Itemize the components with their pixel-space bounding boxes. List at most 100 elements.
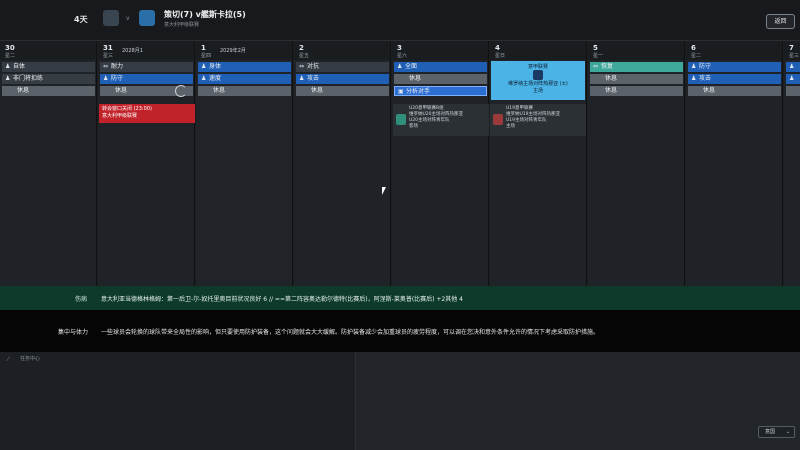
advice-text: 一些球员会轮换的球队带来全局性的影响，但只要使用防护装备，这个问题就会大大缓解。… [101, 329, 600, 336]
day-header: 3 星六 [392, 41, 488, 60]
country-select[interactable]: 意国 ⌄ [758, 426, 795, 438]
training-slot[interactable]: ♟ [786, 74, 800, 84]
youth-match-event[interactable]: U19意甲联赛 维罗纳U19主场对阵热那亚 U19主场对阵青年队 主场 [490, 104, 586, 136]
slot-label: 自体 [13, 63, 26, 70]
trend-icon: ⟋ [6, 356, 11, 363]
youth-team-logo-icon [396, 114, 406, 125]
training-slot[interactable]: ♟ 攻击 [688, 74, 781, 84]
training-slot[interactable]: ♟ 速度 [198, 74, 291, 84]
person-icon: ♟ [5, 63, 11, 70]
day-weekday: 星三 [103, 53, 114, 59]
slot-label: 攻击 [307, 75, 320, 82]
person-icon: ♟ [691, 75, 697, 82]
day-number: 1 [201, 44, 206, 52]
training-slot[interactable]: ⇔ 耐力 [100, 62, 193, 72]
training-slot[interactable]: 休息 [296, 86, 389, 96]
transfer-deadline-event[interactable]: 转会窗口关闭 (23:00) 意大利甲级联赛 [99, 104, 195, 123]
day-number: 6 [691, 44, 696, 52]
training-slot[interactable]: 休息 [198, 86, 291, 96]
person-icon: ♟ [789, 63, 795, 70]
day-header: 2 星五 [294, 41, 390, 60]
chevron-down-icon: ⌄ [785, 429, 790, 435]
slot-label: 休息 [703, 87, 716, 94]
slot-label: 非门将扣练 [13, 75, 44, 82]
competition-name: 意大利甲级联赛 [164, 22, 200, 28]
day-number: 2 [299, 44, 304, 52]
training-slot-selected[interactable]: ▣ 分析对手 [394, 86, 487, 96]
news-text: 意大利亚当德格林格姆：第一后卫-尔-奴托里奥目前状况良好 6 // ==第二阵容… [101, 296, 463, 303]
training-slot[interactable] [786, 86, 800, 96]
day-weekday: 星日 [495, 53, 506, 59]
day-header: 6 星二 [686, 41, 782, 60]
away-team-badge-icon[interactable] [139, 10, 155, 26]
day-column[interactable]: 1 星四 2029年2月 ♟ 身体 ♟ 速度 休息 [196, 41, 293, 286]
league-match-event[interactable]: 意甲联赛 维罗纳主场对阵热那亚 (±) 主场 [491, 61, 585, 100]
days-until-match: 4天 [74, 15, 88, 24]
bottom-panel: ⟋ 任务中心 意国 ⌄ [0, 352, 800, 450]
opponent-logo-icon [533, 70, 543, 80]
training-slot[interactable]: ♟ 攻击 [296, 74, 389, 84]
day-number: 4 [495, 44, 500, 52]
day-weekday: 星五 [299, 53, 310, 59]
training-slot[interactable]: ♟ 防守 [100, 74, 193, 84]
day-column[interactable]: 5 星一 ⇔ 恢复 休息 休息 [588, 41, 685, 286]
training-slot[interactable]: ♟ 防守 [688, 62, 781, 72]
event-fixture: 维罗纳主场对阵热那亚 (±) [508, 81, 568, 87]
person-icon: ♟ [5, 75, 11, 82]
slot-label: 速度 [209, 75, 222, 82]
day-weekday: 星六 [397, 53, 408, 59]
training-slot[interactable]: ♟ 全面 [394, 62, 487, 72]
slot-label: 恢复 [601, 63, 614, 70]
day-header: 4 星日 [490, 41, 586, 60]
event-competition: 意甲联赛 [527, 64, 548, 70]
advice-strip: 集中与体力 一些球员会轮换的球队带来全局性的影响，但只要使用防护装备，这个问题就… [0, 310, 800, 352]
person-icon: ♟ [691, 63, 697, 70]
training-slot[interactable]: ♟ [786, 62, 800, 72]
return-button[interactable]: 返回 [766, 14, 795, 29]
advice-label: 集中与体力 [58, 329, 89, 336]
youth-match-event[interactable]: U20意甲联赛B组 维罗纳U20主场对阵热那亚 U20主场对阵青年队 客场 [393, 104, 489, 136]
training-slot[interactable]: ♟ 自体 [2, 62, 95, 72]
person-icon: ♟ [201, 75, 207, 82]
slot-label: 全面 [405, 63, 418, 70]
training-slot[interactable]: ♟ 身体 [198, 62, 291, 72]
person-icon: ♟ [789, 75, 795, 82]
training-slot[interactable]: ⇔ 对抗 [296, 62, 389, 72]
event-title: 转会窗口关闭 (23:00) [102, 106, 152, 112]
month-label: 2029年2月 [220, 48, 246, 54]
day-header: 1 星四 2029年2月 [196, 41, 292, 60]
training-calendar: 30 星二 ♟ 自体 ♟ 非门将扣练 休息 31 星三 2028月1 ⇔ 耐力 ♟ 防守… [0, 41, 800, 286]
day-weekday: 星一 [593, 53, 604, 59]
day-column[interactable]: 7 星三 ♟ ♟ [784, 41, 800, 286]
home-team-badge-icon[interactable] [103, 10, 119, 26]
refresh-icon [175, 85, 187, 97]
slot-label: 分析对手 [406, 88, 431, 95]
day-column[interactable]: 6 星二 ♟ 防守 ♟ 攻击 休息 [686, 41, 783, 286]
next-match-title[interactable]: 策切(7) v艦斯卡拉(5) [164, 9, 246, 20]
task-panel: ⟋ 任务中心 [0, 352, 356, 450]
injury-news-bar[interactable]: 伤病 意大利亚当德格林格姆：第一后卫-尔-奴托里奥目前状况良好 6 // ==第… [0, 286, 800, 310]
person-icon: ♟ [201, 63, 207, 70]
training-slot[interactable]: ⇔ 恢复 [590, 62, 683, 72]
slot-label: 身体 [209, 63, 222, 70]
training-slot[interactable]: ♟ 非门将扣练 [2, 74, 95, 84]
person-icon: ♟ [103, 75, 109, 82]
day-column[interactable]: 2 星五 ⇔ 对抗 ♟ 攻击 休息 [294, 41, 391, 286]
day-column[interactable]: 3 星六 ♟ 全面 休息 ▣ 分析对手 [392, 41, 489, 286]
training-slot[interactable]: 休息 [590, 74, 683, 84]
training-slot[interactable]: 休息 [2, 86, 95, 96]
day-column[interactable]: 31 星三 2028月1 ⇔ 耐力 ♟ 防守 休息 [98, 41, 195, 286]
event-subtitle: 意大利甲级联赛 [102, 113, 138, 119]
training-slot[interactable]: 休息 [590, 86, 683, 96]
day-weekday: 星三 [789, 53, 800, 59]
task-center-label[interactable]: 任务中心 [20, 355, 40, 362]
day-number: 5 [593, 44, 598, 52]
day-column[interactable]: 30 星二 ♟ 自体 ♟ 非门将扣练 休息 [0, 41, 97, 286]
slot-label: 休息 [115, 87, 128, 94]
day-number: 3 [397, 44, 402, 52]
day-header: 5 星一 [588, 41, 684, 60]
mouse-cursor-icon [382, 187, 386, 195]
training-slot[interactable]: 休息 [688, 86, 781, 96]
top-bar: 4天 v 策切(7) v艦斯卡拉(5) 意大利甲级联赛 返回 [0, 0, 800, 41]
training-slot[interactable]: 休息 [394, 74, 487, 84]
